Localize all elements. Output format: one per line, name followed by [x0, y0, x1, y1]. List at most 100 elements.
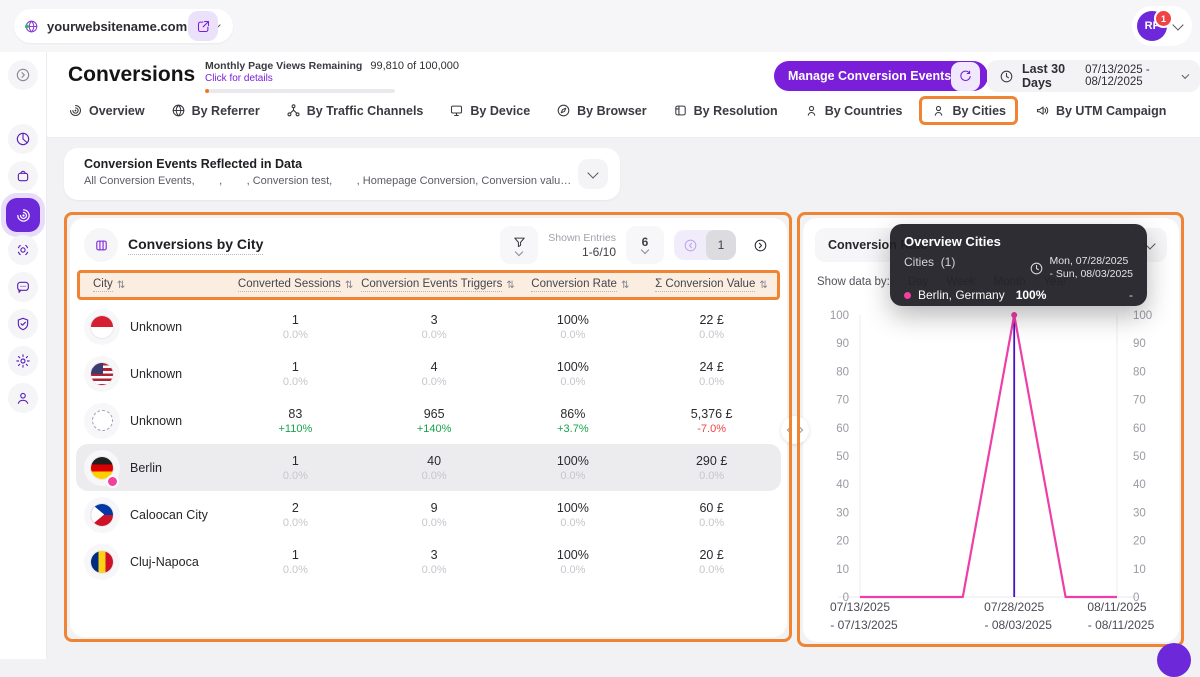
sidebar-item-analytics[interactable] [8, 124, 38, 154]
sidebar-item-privacy[interactable] [8, 309, 38, 339]
metric-cell: 24 £0.0% [642, 360, 781, 388]
table-row[interactable]: Caloocan City20.0%90.0%100%0.0%60 £0.0% [76, 491, 781, 538]
svg-text:80: 80 [1133, 366, 1146, 378]
chevron-down-icon [1172, 19, 1183, 30]
conversion-rate-chart[interactable]: 0010102020303040405050606070708080909010… [803, 302, 1179, 638]
svg-text:100: 100 [1133, 310, 1152, 322]
tab-by-cities[interactable]: By Cities [919, 96, 1018, 125]
metric-cell: 10.0% [226, 360, 365, 388]
tooltip-title: Overview Cities [904, 234, 1133, 249]
sort-icon: ⇅ [759, 280, 767, 291]
metric-cell: 86%+3.7% [504, 407, 643, 435]
conversions-icon [15, 207, 32, 224]
sidebar-item-store[interactable] [8, 161, 38, 191]
pie-chart-icon [15, 131, 31, 147]
globe-icon [24, 19, 39, 34]
sidebar-item-collapse[interactable] [8, 60, 38, 90]
shown-entries-label: Shown Entries [548, 232, 616, 244]
tab-by-browser[interactable]: By Browser [556, 98, 646, 123]
conversion-rate-line [860, 315, 1117, 597]
date-range-picker[interactable]: Last 30 Days 07/13/2025 - 08/12/2025 [987, 60, 1200, 92]
chart-tooltip: Overview Cities Cities (1) Mon, 07/28/20… [890, 224, 1147, 306]
tab-overview[interactable]: Overview [68, 98, 145, 123]
floating-help-button[interactable] [1157, 643, 1191, 677]
website-name: yourwebsitename.com [47, 19, 187, 34]
metric-cell: 100%0.0% [504, 501, 643, 529]
tooltip-extra-value: - [1129, 288, 1133, 302]
metric-cell: 90.0% [365, 501, 504, 529]
filter-funnel-button[interactable] [500, 226, 538, 264]
table-row[interactable]: Unknown10.0%40.0%100%0.0%24 £0.0% [76, 350, 781, 397]
column-header[interactable]: Converted Sessions⇅ [230, 278, 361, 292]
top-bar: yourwebsitename.com RF 1 [0, 0, 1200, 53]
open-website-button[interactable] [188, 11, 218, 41]
pageviews-details-link[interactable]: Click for details [205, 73, 415, 84]
clock-icon [1029, 261, 1044, 276]
shield-check-icon [15, 316, 31, 332]
metric-cell: 100%0.0% [504, 313, 643, 341]
prev-page-button[interactable] [674, 230, 706, 260]
svg-text:60: 60 [836, 423, 849, 435]
table-body: Unknown10.0%30.0%100%0.0%22 £0.0%Unknown… [70, 303, 787, 585]
report-tabs: Overview By Referrer By Traffic Channels By… [68, 98, 1166, 123]
page-size-select[interactable]: 6 [626, 226, 664, 264]
tab-by-referrer[interactable]: By Referrer [171, 98, 260, 123]
svg-text:90: 90 [1133, 338, 1146, 350]
svg-text:30: 30 [836, 507, 849, 519]
filter-expand-button[interactable] [578, 159, 608, 189]
tab-by-utm-campaign[interactable]: By UTM Campaign [1035, 98, 1166, 123]
pageviews-progress-fill [205, 89, 209, 93]
city-name: Unknown [130, 320, 182, 334]
table-title: Conversions by City [128, 236, 263, 255]
gear-icon [15, 353, 31, 369]
device-icon [449, 103, 464, 118]
account-menu[interactable]: RF 1 [1132, 6, 1192, 46]
city-name: Unknown [130, 367, 182, 381]
panel-resize-handle[interactable] [781, 416, 809, 444]
metric-cell: 5,376 £-7.0% [642, 407, 781, 435]
column-header[interactable]: Σ Conversion Value⇅ [646, 278, 777, 292]
svg-text:50: 50 [836, 451, 849, 463]
tab-by-resolution[interactable]: By Resolution [673, 98, 778, 123]
browser-icon [556, 103, 571, 118]
metric-cell: 83+110% [226, 407, 365, 435]
next-page-button[interactable] [745, 230, 775, 260]
pageviews-label: Monthly Page Views Remaining [205, 60, 362, 72]
svg-text:07/28/2025: 07/28/2025 [984, 600, 1044, 614]
tooltip-series-row: Berlin, Germany 100% - [904, 288, 1133, 302]
sidebar-item-audience[interactable] [8, 383, 38, 413]
tab-by-device[interactable]: By Device [449, 98, 530, 123]
tab-by-traffic-channels[interactable]: By Traffic Channels [286, 98, 424, 123]
svg-text:70: 70 [1133, 395, 1146, 407]
current-page[interactable]: 1 [706, 230, 736, 260]
refresh-icon [958, 69, 973, 84]
svg-text:40: 40 [1133, 479, 1146, 491]
active-point-marker [1011, 312, 1017, 318]
table-columns-icon [94, 238, 109, 253]
pageviews-value: 99,810 of 100,000 [370, 60, 459, 72]
sidebar-item-settings[interactable] [8, 346, 38, 376]
city-name: Unknown [130, 414, 182, 428]
refresh-button[interactable] [951, 62, 980, 91]
metric-cell: 965+140% [365, 407, 504, 435]
svg-text:80: 80 [836, 366, 849, 378]
sidebar-item-messages[interactable] [8, 272, 38, 302]
column-header[interactable]: City⇅ [80, 278, 230, 292]
tab-by-countries[interactable]: By Countries [804, 98, 903, 123]
sidebar-item-conversions[interactable] [6, 198, 40, 232]
svg-text:30: 30 [1133, 507, 1146, 519]
metric-cell: 60 £0.0% [642, 501, 781, 529]
metric-cell: 22 £0.0% [642, 313, 781, 341]
table-row[interactable]: Cluj-Napoca10.0%30.0%100%0.0%20 £0.0% [76, 538, 781, 585]
sidebar-item-retargeting[interactable] [8, 235, 38, 265]
svg-text:90: 90 [836, 338, 849, 350]
svg-text:100: 100 [830, 310, 849, 322]
tooltip-series-value: 100% [1016, 288, 1047, 302]
table-row[interactable]: Berlin10.0%400.0%100%0.0%290 £0.0% [76, 444, 781, 491]
column-header[interactable]: Conversion Rate⇅ [515, 278, 646, 292]
table-row[interactable]: Unknown 83+110%965+140%86%+3.7%5,376 £-7.… [76, 397, 781, 444]
svg-text:07/13/2025: 07/13/2025 [830, 600, 890, 614]
conversions-by-city-panel: Conversions by City Shown Entries 1-6/10… [70, 218, 787, 637]
column-header[interactable]: Conversion Events Triggers⇅ [361, 278, 515, 292]
table-row[interactable]: Unknown10.0%30.0%100%0.0%22 £0.0% [76, 303, 781, 350]
